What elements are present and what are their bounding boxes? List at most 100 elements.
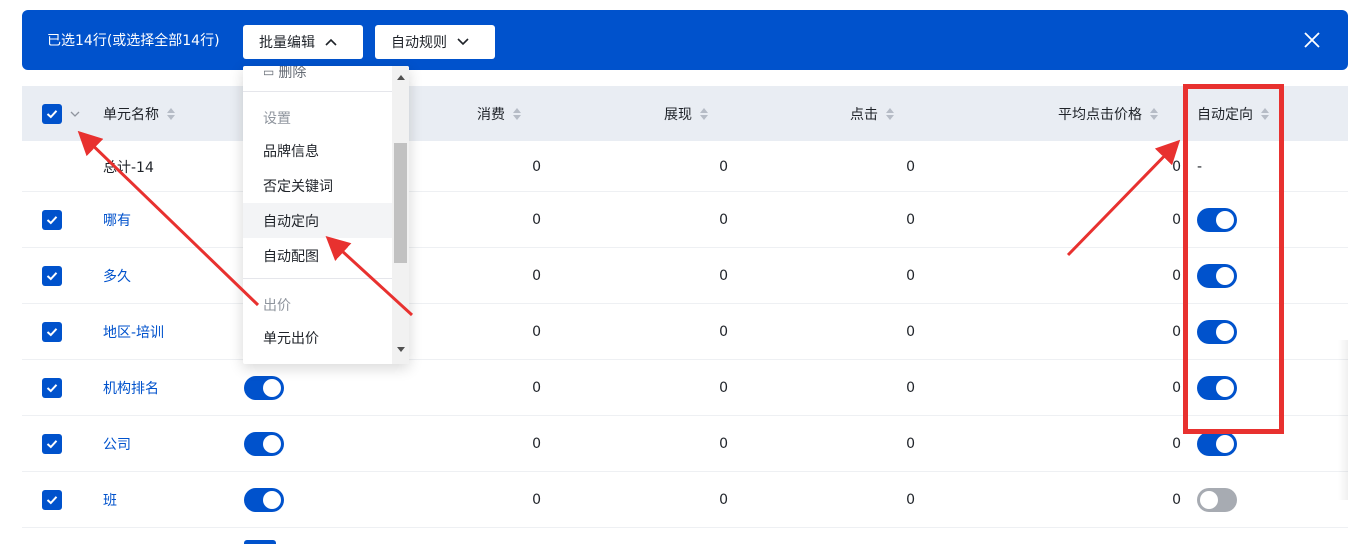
menu-item-negative-keywords[interactable]: 否定关键词 [243, 168, 392, 203]
clicks-cell: 0 [906, 492, 915, 508]
unit-name-link[interactable]: 公司 [103, 416, 131, 472]
menu-group-settings: 设置 [263, 111, 291, 127]
impressions-cell: 0 [719, 324, 728, 340]
row-checkbox[interactable] [42, 304, 62, 360]
status-toggle[interactable] [244, 416, 284, 472]
column-header-clicks-label: 点击 [850, 106, 878, 123]
status-toggle[interactable] [244, 540, 276, 544]
impressions-cell: 0 [719, 436, 728, 452]
row-checkbox[interactable] [42, 360, 62, 416]
column-header-name[interactable]: 单元名称 [103, 86, 175, 141]
total-cost: 0 [532, 158, 541, 175]
column-header-avg-cpc[interactable]: 平均点击价格 [1058, 86, 1158, 141]
impressions-cell: 0 [719, 268, 728, 284]
column-header-cost[interactable]: 消费 [477, 86, 521, 141]
menu-divider [243, 278, 409, 279]
chevron-down-icon [457, 34, 469, 50]
total-avg-cpc: 0 [1172, 158, 1181, 175]
table-row: 公司 0 0 0 0 [22, 416, 1348, 472]
scroll-shadow [1338, 340, 1348, 500]
unit-name-link[interactable]: 班 [103, 472, 117, 528]
row-checkbox[interactable] [42, 248, 62, 304]
total-label: 总计-14 [103, 159, 154, 176]
column-header-impressions[interactable]: 展现 [664, 86, 708, 141]
close-icon[interactable] [1302, 30, 1322, 50]
unit-name-link[interactable]: 多久 [103, 248, 131, 304]
auto-rules-label: 自动规则 [391, 35, 447, 51]
menu-item-unit-bid[interactable]: 单元出价 [243, 320, 392, 355]
menu-divider [243, 91, 409, 92]
checkbox-checked-icon [42, 103, 62, 124]
status-toggle[interactable] [244, 360, 284, 416]
unit-name-link[interactable]: 地区-培训 [103, 304, 164, 360]
column-header-cost-label: 消费 [477, 106, 505, 123]
column-header-avg-cpc-label: 平均点击价格 [1058, 106, 1142, 123]
total-row: 总计-14 0 0 0 0 - [22, 141, 1348, 192]
row-checkbox[interactable] [42, 472, 62, 528]
annotation-highlight-box [1183, 84, 1284, 434]
avg-cpc-cell: 0 [1172, 380, 1181, 396]
table-row: 机构排名 0 0 0 0 [22, 360, 1348, 416]
impressions-cell: 0 [719, 212, 728, 228]
trash-icon: ▭ [263, 66, 275, 79]
page: 已选14行(或选择全部14行) 批量编辑 自动规则 单元名称 消费 展现 点击 … [0, 0, 1348, 544]
cost-cell: 0 [532, 380, 541, 396]
menu-item-delete[interactable]: ▭ 删除 [243, 66, 392, 89]
cost-cell: 0 [532, 212, 541, 228]
clicks-cell: 0 [906, 212, 915, 228]
sort-icon[interactable] [513, 107, 521, 120]
selection-count: 已选14行(或选择全部14行) [47, 33, 220, 49]
sort-icon[interactable] [167, 107, 175, 120]
impressions-cell: 0 [719, 380, 728, 396]
avg-cpc-cell: 0 [1172, 492, 1181, 508]
batch-edit-button[interactable]: 批量编辑 [243, 25, 363, 59]
auto-rules-button[interactable]: 自动规则 [375, 25, 495, 59]
table-row: 哪有 0 0 0 0 [22, 192, 1348, 248]
unit-name-link[interactable]: 机构排名 [103, 360, 159, 416]
cost-cell: 0 [532, 324, 541, 340]
selection-toolbar: 已选14行(或选择全部14行) 批量编辑 自动规则 [22, 10, 1348, 70]
row-checkbox[interactable] [42, 416, 62, 472]
batch-edit-label: 批量编辑 [259, 35, 315, 51]
column-header-impressions-label: 展现 [664, 106, 692, 123]
chevron-up-icon [325, 34, 337, 50]
total-clicks: 0 [906, 158, 915, 175]
table-row [22, 528, 1348, 544]
menu-item-auto-targeting[interactable]: 自动定向 [243, 203, 392, 238]
table-row: 班 0 0 0 0 [22, 472, 1348, 528]
avg-cpc-cell: 0 [1172, 436, 1181, 452]
cost-cell: 0 [532, 268, 541, 284]
dropdown-scrollbar-thumb[interactable] [394, 143, 407, 263]
status-toggle[interactable] [244, 472, 284, 528]
avg-cpc-cell: 0 [1172, 268, 1181, 284]
auto-targeting-toggle[interactable] [1197, 472, 1237, 528]
avg-cpc-cell: 0 [1172, 212, 1181, 228]
clicks-cell: 0 [906, 436, 915, 452]
scroll-up-icon[interactable] [397, 75, 405, 80]
sort-icon[interactable] [1150, 107, 1158, 120]
table-row: 多久 0 0 0 0 [22, 248, 1348, 304]
clicks-cell: 0 [906, 380, 915, 396]
sort-icon[interactable] [700, 107, 708, 120]
batch-edit-dropdown: ▭ 删除 设置 品牌信息 否定关键词 自动定向 自动配图 出价 单元出价 [243, 66, 409, 364]
menu-item-auto-image[interactable]: 自动配图 [243, 238, 392, 273]
menu-group-bid: 出价 [263, 298, 291, 314]
clicks-cell: 0 [906, 268, 915, 284]
menu-item-brand-info[interactable]: 品牌信息 [243, 133, 392, 168]
table-header: 单元名称 消费 展现 点击 平均点击价格 自动定向 [22, 86, 1348, 141]
cost-cell: 0 [532, 492, 541, 508]
unit-name-link[interactable]: 哪有 [103, 192, 131, 248]
clicks-cell: 0 [906, 324, 915, 340]
column-header-clicks[interactable]: 点击 [850, 86, 894, 141]
total-impressions: 0 [719, 158, 728, 175]
column-header-name-label: 单元名称 [103, 106, 159, 123]
row-checkbox[interactable] [42, 192, 62, 248]
table-row: 地区-培训 0 0 0 0 [22, 304, 1348, 360]
scroll-down-icon[interactable] [397, 347, 405, 352]
cost-cell: 0 [532, 436, 541, 452]
select-all-checkbox[interactable] [42, 86, 80, 141]
impressions-cell: 0 [719, 492, 728, 508]
avg-cpc-cell: 0 [1172, 324, 1181, 340]
sort-icon[interactable] [886, 107, 894, 120]
chevron-down-icon[interactable] [70, 106, 80, 122]
